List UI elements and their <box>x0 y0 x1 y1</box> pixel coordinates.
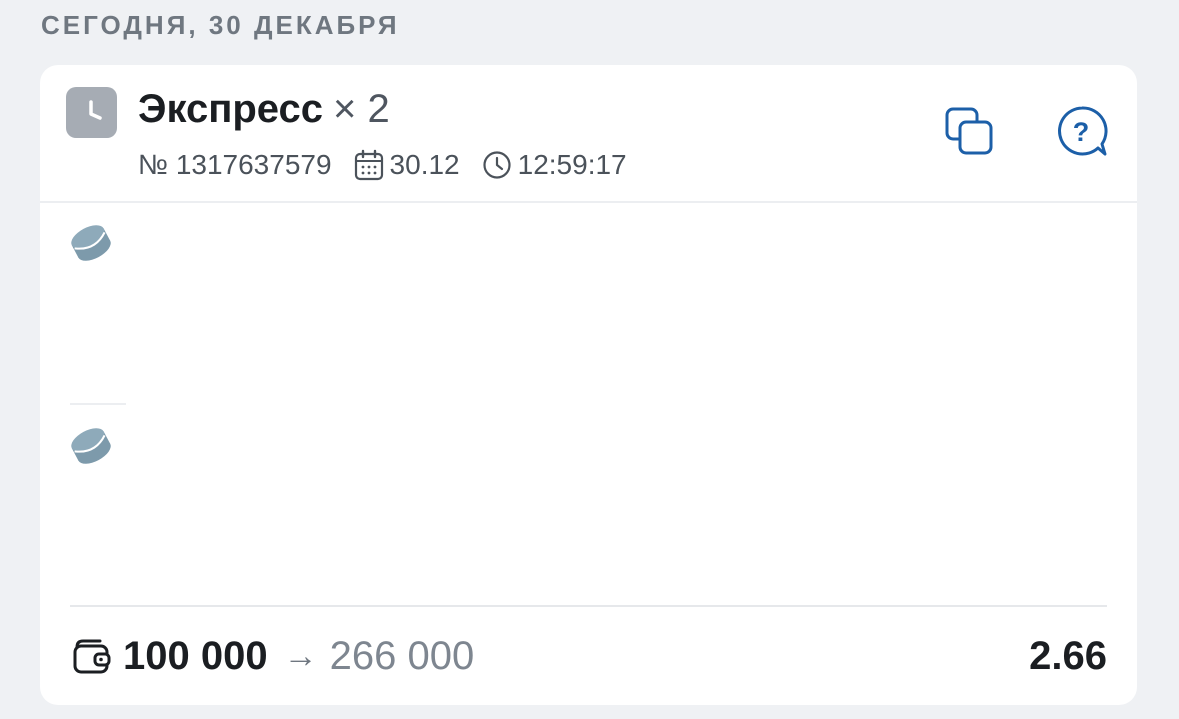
bet-title: Экспресс × 2 <box>138 87 390 132</box>
bet-card[interactable]: Экспресс× 2 № 1317637579 30.12 12:59:17 <box>40 65 1137 705</box>
bet-time: 12:59:17 <box>517 149 627 180</box>
header-divider <box>40 201 1137 203</box>
clock-icon <box>66 87 117 138</box>
help-button[interactable]: ? <box>1055 105 1109 159</box>
potential-win: 266 000 <box>329 633 475 678</box>
help-chat-icon: ? <box>1058 106 1108 156</box>
bet-multiplier: × 2 <box>333 87 390 131</box>
arrow-icon: → <box>283 636 318 675</box>
copy-icon <box>945 107 993 155</box>
bet-footer: 100 000 → 266 000 2.66 <box>71 628 1107 684</box>
total-coefficient: 2.66 <box>1029 633 1107 678</box>
hockey-puck-icon <box>71 225 111 261</box>
footer-divider <box>70 605 1107 607</box>
bet-number: № 1317637579 <box>138 149 332 180</box>
hockey-puck-icon <box>71 428 111 464</box>
bet-type: Экспресс <box>138 87 323 131</box>
time-icon <box>483 151 511 179</box>
svg-text:?: ? <box>1073 117 1090 147</box>
event-divider <box>70 403 126 405</box>
calendar-icon <box>354 149 383 181</box>
event-row[interactable] <box>68 223 114 263</box>
date-header: СЕГОДНЯ, 30 ДЕКАБРЯ <box>41 10 400 40</box>
copy-button[interactable] <box>943 105 997 159</box>
event-row[interactable] <box>68 426 114 466</box>
bet-date: 30.12 <box>389 149 460 180</box>
stake-amount: 100 000 <box>123 633 268 678</box>
wallet-icon <box>73 639 111 674</box>
bet-meta: № 1317637579 30.12 12:59:17 <box>138 148 627 182</box>
